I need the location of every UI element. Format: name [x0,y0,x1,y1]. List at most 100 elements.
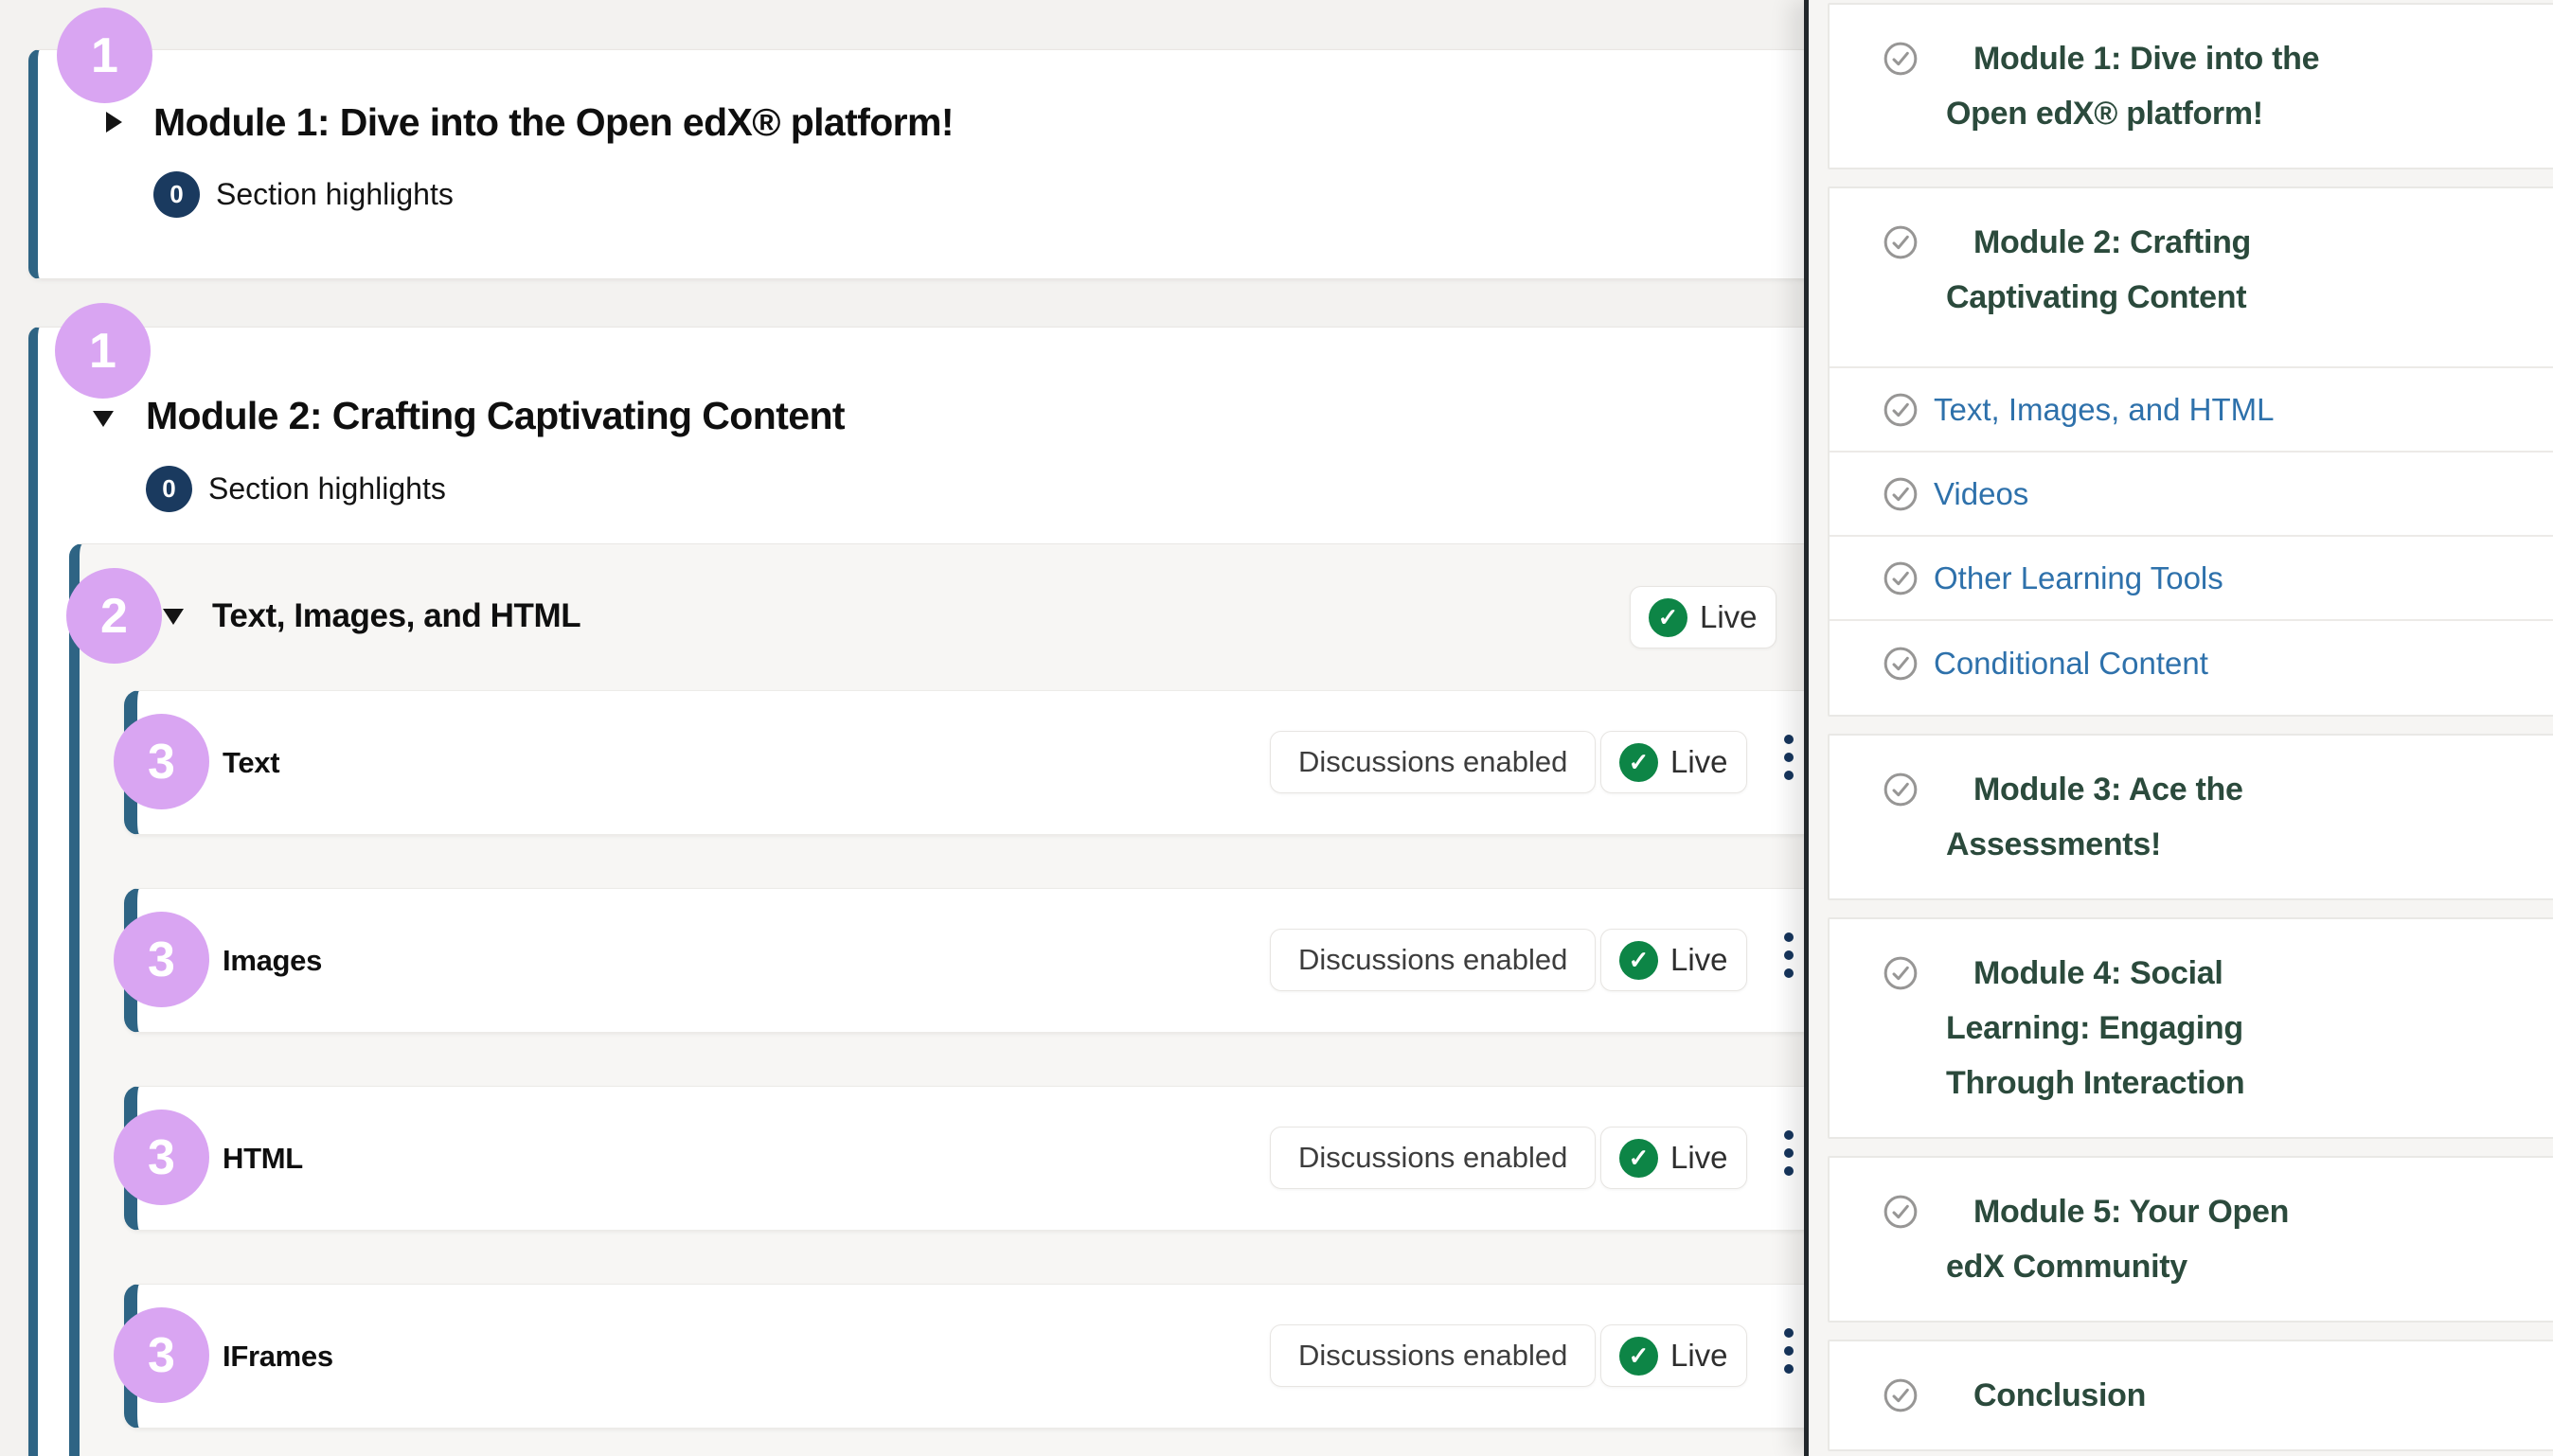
sidebar-section-title[interactable]: Module 1: Dive into theOpen edX® platfor… [1946,31,2401,141]
sidebar-section-title-row[interactable]: Module 5: Your OpenedX Community [1830,1184,2553,1294]
discussions-badge-label: Discussions enabled [1298,1339,1567,1373]
section-highlights-button[interactable]: 0 Section highlights [153,171,454,218]
unit-row[interactable]: 3 Images Discussions enabled ✓ Live [124,888,1804,1033]
sidebar-subsection-link[interactable]: Videos [1934,476,2028,512]
sidebar-section-title-row[interactable]: Module 4: SocialLearning: EngagingThroug… [1830,946,2553,1110]
sidebar-section-title-line: edX Community [1946,1239,2401,1294]
sidebar-section-title-line: Module 2: Crafting [1946,215,2401,270]
caret-down-icon[interactable] [93,411,114,427]
completion-check-icon [1883,560,1919,596]
sidebar-section-card[interactable]: Conclusion [1828,1340,2553,1451]
sidebar-subsection-list: Text, Images, and HTML Videos Other Lear… [1830,366,2553,705]
section-highlights-button[interactable]: 0 Section highlights [146,466,446,512]
completion-check-icon [1883,392,1919,428]
check-circle-icon: ✓ [1619,743,1658,782]
sidebar-section-title-line: Through Interaction [1946,1056,2401,1110]
completion-check-icon [1883,1194,1919,1230]
sidebar-section-title-line: Learning: Engaging [1946,1001,2401,1056]
subsection-title[interactable]: Text, Images, and HTML [212,597,580,635]
sidebar-section-title[interactable]: Module 2: CraftingCaptivating Content [1946,215,2401,325]
sidebar-section-title[interactable]: Conclusion [1946,1368,2401,1423]
unit-title[interactable]: IFrames [223,1340,333,1374]
completion-check-icon [1883,476,1919,512]
completion-check-icon [1883,646,1919,682]
kebab-menu-button[interactable] [1778,1125,1799,1181]
sidebar-subsection-link[interactable]: Text, Images, and HTML [1934,392,2274,428]
kebab-menu-button[interactable] [1778,1323,1799,1379]
sidebar-subsection-link[interactable]: Conditional Content [1934,646,2208,682]
unit-title[interactable]: Text [223,746,279,780]
subsection-number-badge: 2 [66,568,162,664]
highlights-label: Section highlights [208,471,446,506]
section-title[interactable]: Module 2: Crafting Captivating Content [146,394,845,438]
units-list: 3 Text Discussions enabled ✓ Live 3 Imag… [124,690,1804,1456]
live-badge-label: Live [1670,942,1728,978]
discussions-enabled-badge: Discussions enabled [1270,731,1596,793]
live-badge-label: Live [1670,1140,1728,1176]
sidebar-section-title-row[interactable]: Conclusion [1830,1368,2553,1423]
sidebar-subsection-row[interactable]: Other Learning Tools [1830,537,2553,621]
sidebar-section-title-line: Assessments! [1946,817,2401,872]
section-card-module-2: 1 Module 2: Crafting Captivating Content… [28,327,1804,1456]
studio-course-outline-screen: 1 Module 1: Dive into the Open edX® plat… [0,0,2553,1456]
unit-title[interactable]: HTML [223,1142,303,1176]
live-status-badge: ✓ Live [1600,1324,1747,1387]
unit-number-badge: 3 [114,1307,209,1403]
discussions-enabled-badge: Discussions enabled [1270,929,1596,991]
unit-number-badge: 3 [114,912,209,1007]
caret-down-icon[interactable] [163,609,184,625]
unit-number-badge: 3 [114,1110,209,1205]
completion-check-icon [1883,955,1919,991]
sidebar-section-title-line: Conclusion [1946,1368,2401,1423]
unit-row[interactable]: 3 Text Discussions enabled ✓ Live [124,690,1804,835]
live-badge-label: Live [1670,1338,1728,1374]
sidebar-section-title-line: Module 3: Ace the [1946,762,2401,817]
discussions-badge-label: Discussions enabled [1298,943,1567,977]
sidebar-subsection-row[interactable]: Text, Images, and HTML [1830,368,2553,453]
sidebar-section-title[interactable]: Module 4: SocialLearning: EngagingThroug… [1946,946,2401,1110]
check-circle-icon: ✓ [1619,941,1658,980]
highlights-count-badge: 0 [153,171,200,218]
kebab-menu-button[interactable] [1778,729,1799,786]
section-card-module-1: 1 Module 1: Dive into the Open edX® plat… [28,49,1804,279]
discussions-enabled-badge: Discussions enabled [1270,1127,1596,1189]
sidebar-section-title-line: Captivating Content [1946,270,2401,325]
sidebar-subsection-link[interactable]: Other Learning Tools [1934,560,2223,596]
live-badge-label: Live [1700,599,1758,635]
sidebar-section-title[interactable]: Module 5: Your OpenedX Community [1946,1184,2401,1294]
completion-check-icon [1883,41,1919,77]
course-outline-pane: 1 Module 1: Dive into the Open edX® plat… [0,0,1804,1456]
kebab-menu-button[interactable] [1778,927,1799,984]
sidebar-section-title-row[interactable]: Module 3: Ace theAssessments! [1830,762,2553,872]
live-status-badge: ✓ Live [1600,929,1747,991]
sidebar-section-title-line: Module 4: Social [1946,946,2401,1001]
live-badge-label: Live [1670,744,1728,780]
discussions-enabled-badge: Discussions enabled [1270,1324,1596,1387]
sidebar-section-title-line: Module 1: Dive into the [1946,31,2401,86]
unit-row[interactable]: 3 IFrames Discussions enabled ✓ Live [124,1284,1804,1429]
sidebar-section-title-line: Module 5: Your Open [1946,1184,2401,1239]
sidebar-subsection-row[interactable]: Videos [1830,453,2553,537]
discussions-badge-label: Discussions enabled [1298,745,1567,779]
sidebar-subsection-row[interactable]: Conditional Content [1830,621,2553,705]
unit-row[interactable]: 3 HTML Discussions enabled ✓ Live [124,1086,1804,1231]
live-status-badge: ✓ Live [1600,731,1747,793]
sidebar-section-title[interactable]: Module 3: Ace theAssessments! [1946,762,2401,872]
course-navigation-sidebar: Module 1: Dive into theOpen edX® platfor… [1804,0,2553,1456]
sidebar-section-card[interactable]: Module 3: Ace theAssessments! [1828,734,2553,900]
sidebar-section-title-row[interactable]: Module 2: CraftingCaptivating Content [1830,215,2553,325]
live-status-badge: ✓ Live [1600,1127,1747,1189]
highlights-count-badge: 0 [146,466,192,512]
sidebar-section-card[interactable]: Module 5: Your OpenedX Community [1828,1156,2553,1323]
completion-check-icon [1883,1377,1919,1413]
highlights-label: Section highlights [216,177,454,212]
section-title[interactable]: Module 1: Dive into the Open edX® platfo… [153,100,954,145]
sidebar-section-card[interactable]: Module 1: Dive into theOpen edX® platfor… [1828,3,2553,169]
discussions-badge-label: Discussions enabled [1298,1141,1567,1175]
sidebar-section-card[interactable]: Module 2: CraftingCaptivating Content Te… [1828,186,2553,717]
sidebar-section-title-row[interactable]: Module 1: Dive into theOpen edX® platfor… [1830,31,2553,141]
unit-title[interactable]: Images [223,944,322,978]
live-status-badge: ✓ Live [1630,586,1776,648]
caret-right-icon[interactable] [106,112,122,133]
sidebar-section-card[interactable]: Module 4: SocialLearning: EngagingThroug… [1828,917,2553,1139]
